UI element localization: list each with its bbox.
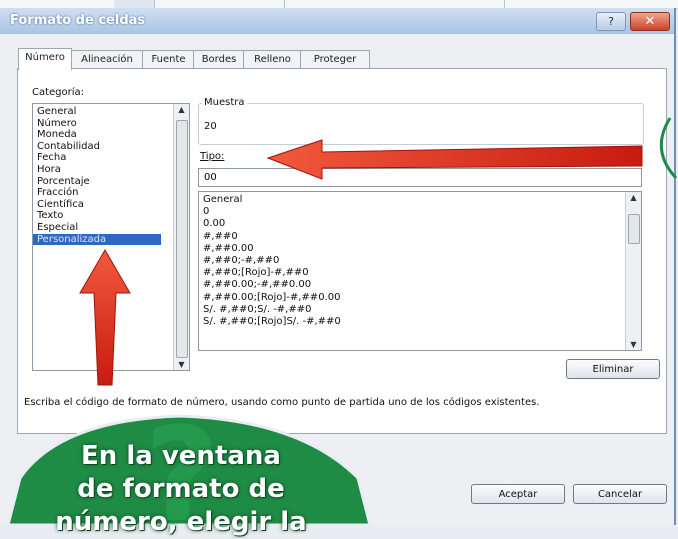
callout-edge-shape [659,117,678,180]
red-arrow-up-icon [79,249,131,386]
callout-line: En la ventana [81,441,281,471]
red-arrow-left-icon [266,139,643,180]
callout-line: de formato de [77,474,285,504]
callout-line: número, elegir la [55,507,307,537]
tab-numero[interactable]: Número [18,48,72,70]
callout-text: En la ventana de formato de número, eleg… [36,440,326,539]
